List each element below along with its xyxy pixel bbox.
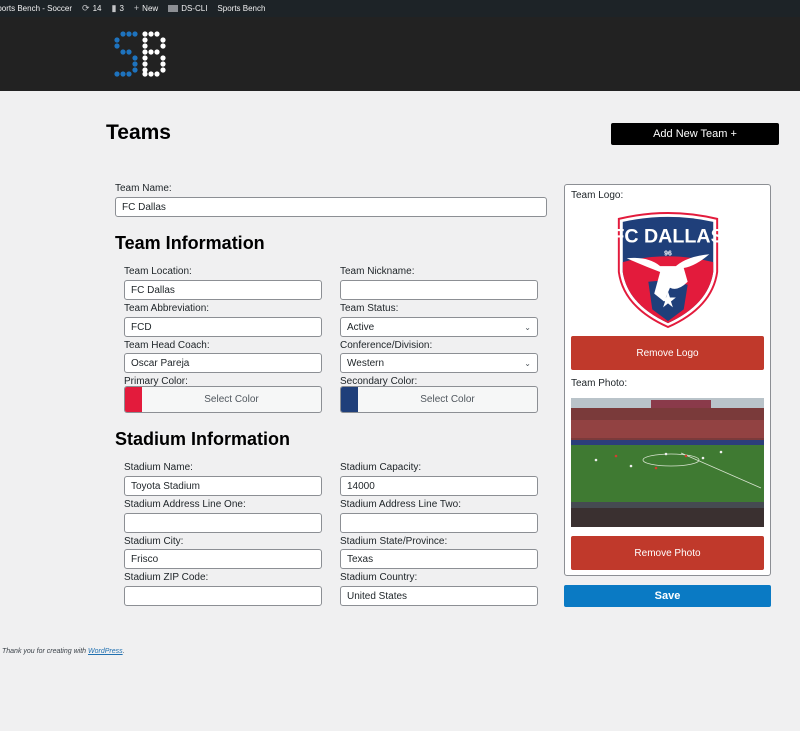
footer-period: . (122, 648, 125, 655)
team-logo-image: FC DALLAS 96 (612, 212, 724, 329)
dscli-label: DS-CLI (181, 4, 208, 13)
team-name-input[interactable]: FC Dallas (115, 197, 547, 217)
team-abbreviation-label: Team Abbreviation: (124, 303, 210, 314)
admin-bar-comments[interactable]: ▮ 3 (111, 3, 124, 14)
stadium-capacity-value: 14000 (347, 480, 375, 492)
team-status-label: Team Status: (340, 303, 399, 314)
updates-count: 14 (92, 4, 102, 13)
secondary-color-picker[interactable]: Select Color (340, 386, 538, 413)
logo-year: 96 (664, 250, 672, 257)
stadium-name-label: Stadium Name: (124, 462, 193, 473)
team-abbreviation-value: FCD (131, 321, 152, 333)
conference-select[interactable]: Western ⌄ (340, 353, 538, 373)
stadium-city-label: Stadium City: (124, 536, 184, 547)
admin-bar-updates[interactable]: ⟳ 14 (82, 3, 102, 14)
admin-bar: Sports Bench - Soccer ⟳ 14 ▮ 3 + New DS-… (0, 0, 800, 17)
new-label: New (142, 4, 159, 13)
stadium-state-value: Texas (347, 553, 374, 565)
team-status-value: Active (347, 321, 375, 333)
team-status-select[interactable]: Active ⌄ (340, 317, 538, 337)
team-nickname-input[interactable] (340, 280, 538, 300)
conference-label: Conference/Division: (340, 340, 433, 351)
select-color-label: Select Color (204, 394, 259, 405)
stadium-country-value: United States (347, 590, 408, 602)
team-photo-image (571, 398, 764, 527)
stadium-zip-label: Stadium ZIP Code: (124, 572, 209, 583)
plus-icon: + (133, 3, 140, 13)
team-name-value: FC Dallas (122, 201, 166, 213)
team-location-input[interactable]: FC Dallas (124, 280, 322, 300)
sports-bench-label: Sports Bench (217, 4, 266, 13)
updates-icon: ⟳ (82, 3, 90, 13)
wordpress-link[interactable]: WordPress (88, 648, 123, 655)
head-coach-input[interactable]: Oscar Pareja (124, 353, 322, 373)
save-button[interactable]: Save (564, 585, 771, 607)
remove-photo-button[interactable]: Remove Photo (571, 536, 764, 570)
team-nickname-label: Team Nickname: (340, 266, 415, 277)
address-one-label: Stadium Address Line One: (124, 499, 246, 510)
admin-bar-new[interactable]: + New (133, 3, 159, 14)
stadium-information-heading: Stadium Information (115, 429, 290, 449)
secondary-color-swatch (341, 387, 358, 412)
primary-color-swatch (125, 387, 142, 412)
stadium-name-value: Toyota Stadium (131, 480, 200, 492)
remove-logo-button[interactable]: Remove Logo (571, 336, 764, 370)
plugin-header (0, 17, 800, 91)
admin-bar-sports-bench[interactable]: Sports Bench (217, 4, 265, 13)
footer-text: Thank you for creating with (2, 648, 88, 655)
admin-footer: Thank you for creating with WordPress. (2, 648, 125, 655)
stadium-state-label: Stadium State/Province: (340, 536, 448, 547)
team-abbreviation-input[interactable]: FCD (124, 317, 322, 337)
add-new-team-button[interactable]: Add New Team + (611, 123, 779, 145)
media-panel: Team Logo: FC DALLAS 96 Remove Logo Team… (564, 184, 771, 576)
stadium-city-input[interactable]: Frisco (124, 549, 322, 569)
admin-bar-site-name[interactable]: Sports Bench - Soccer (0, 4, 72, 13)
stadium-capacity-label: Stadium Capacity: (340, 462, 422, 473)
team-information-heading: Team Information (115, 233, 265, 253)
team-location-label: Team Location: (124, 266, 192, 277)
select-color-label: Select Color (420, 394, 475, 405)
team-photo-label: Team Photo: (571, 378, 628, 389)
stadium-city-value: Frisco (131, 553, 159, 565)
team-name-label: Team Name: (115, 183, 172, 194)
logo-text: FC DALLAS (612, 225, 723, 247)
conference-value: Western (347, 357, 385, 369)
stadium-country-input[interactable]: United States (340, 586, 538, 606)
stadium-state-input[interactable]: Texas (340, 549, 538, 569)
stadium-country-label: Stadium Country: (340, 572, 418, 583)
stadium-name-input[interactable]: Toyota Stadium (124, 476, 322, 496)
page-title: Teams (106, 121, 171, 144)
address-two-label: Stadium Address Line Two: (340, 499, 461, 510)
chevron-down-icon: ⌄ (524, 322, 531, 332)
admin-bar-dscli[interactable]: DS-CLI (168, 4, 207, 13)
sports-bench-logo (114, 31, 166, 77)
comment-icon: ▮ (111, 3, 117, 13)
stadium-zip-input[interactable] (124, 586, 322, 606)
address-one-input[interactable] (124, 513, 322, 533)
address-two-input[interactable] (340, 513, 538, 533)
team-logo-label: Team Logo: (571, 190, 624, 201)
stadium-capacity-input[interactable]: 14000 (340, 476, 538, 496)
chevron-down-icon: ⌄ (524, 358, 531, 368)
site-name[interactable]: Sports Bench - Soccer (0, 4, 72, 13)
dscli-icon (168, 5, 179, 12)
head-coach-value: Oscar Pareja (131, 357, 190, 369)
team-location-value: FC Dallas (131, 284, 175, 296)
comments-count: 3 (119, 4, 124, 13)
head-coach-label: Team Head Coach: (124, 340, 210, 351)
primary-color-picker[interactable]: Select Color (124, 386, 322, 413)
